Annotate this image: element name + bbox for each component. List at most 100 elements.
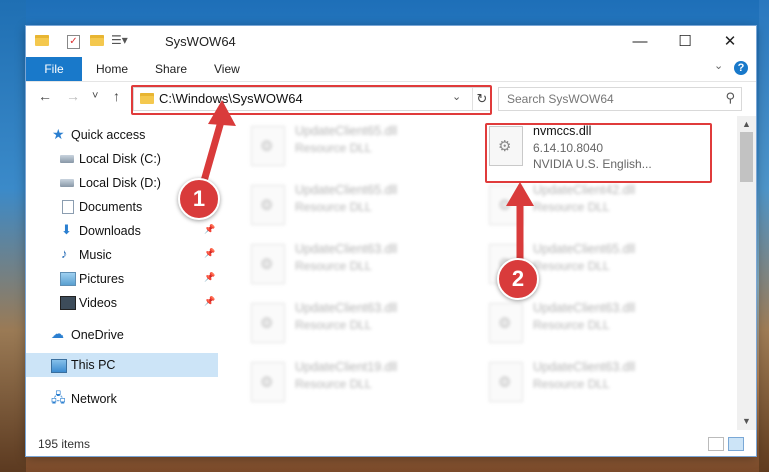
file-name: UpdateClient19.dll	[295, 360, 398, 374]
sidebar-item-label: Pictures	[79, 272, 125, 286]
scrollbar-thumb[interactable]	[740, 132, 753, 182]
file-type: Resource DLL	[295, 318, 372, 332]
drive-icon	[60, 155, 74, 163]
desktop-background-right	[759, 0, 769, 472]
documents-icon	[62, 200, 74, 214]
file-explorer-window: ✓ ☰▾ SysWOW64 — ☐ ✕ File Home Share View…	[26, 26, 756, 456]
sidebar-item-music[interactable]: ♪ Music 📌	[26, 244, 218, 266]
scroll-down-icon[interactable]: ▼	[742, 416, 751, 426]
status-bar: 195 items	[26, 430, 756, 456]
address-highlight-box	[131, 85, 492, 115]
details-view-icon[interactable]	[708, 437, 724, 451]
help-icon[interactable]: ?	[734, 61, 748, 75]
dll-file-icon	[251, 185, 285, 225]
file-type: Resource DLL	[295, 259, 372, 273]
expand-ribbon-icon[interactable]: ⌄	[714, 59, 723, 72]
sidebar-item-downloads[interactable]: ⬇ Downloads 📌	[26, 220, 218, 242]
pin-icon[interactable]: 📌	[204, 272, 215, 283]
file-type: Resource DLL	[533, 377, 610, 391]
file-type: Resource DLL	[295, 200, 372, 214]
close-button[interactable]: ✕	[707, 26, 753, 57]
dll-file-icon	[251, 126, 285, 166]
sidebar-item-this-pc[interactable]: This PC	[26, 353, 218, 377]
sidebar-item-label: Quick access	[71, 128, 146, 142]
dll-file-icon	[251, 303, 285, 343]
callout-badge-2: 2	[497, 258, 539, 300]
dll-file-icon	[489, 185, 523, 225]
file-type: Resource DLL	[533, 259, 610, 273]
search-input[interactable]: Search SysWOW64	[507, 92, 614, 106]
file-item[interactable]: UpdateClient63.dll Resource DLL	[251, 240, 476, 284]
tab-view[interactable]: View	[214, 57, 240, 81]
file-name: UpdateClient65.dll	[295, 183, 398, 197]
file-item[interactable]: UpdateClient63.dll Resource DLL	[251, 299, 476, 343]
tab-share[interactable]: Share	[155, 57, 187, 81]
tab-home[interactable]: Home	[96, 57, 128, 81]
forward-button[interactable]: →	[66, 88, 80, 104]
drive-icon	[60, 179, 74, 187]
dll-file-icon	[251, 362, 285, 402]
computer-icon	[51, 359, 67, 373]
sidebar-item-label: Music	[79, 248, 112, 262]
large-icons-view-icon[interactable]	[728, 437, 744, 451]
search-box[interactable]: Search SysWOW64 ⚲	[498, 87, 742, 111]
sidebar-item-label: Downloads	[79, 224, 141, 238]
sidebar-item-label: Local Disk (D:)	[79, 176, 161, 190]
file-type: Resource DLL	[295, 141, 372, 155]
window-title: SysWOW64	[165, 34, 236, 49]
sidebar-item-quick-access[interactable]: ★ Quick access	[26, 124, 218, 146]
file-item[interactable]: UpdateClient65.dll Resource DLL	[251, 181, 476, 225]
callout-badge-1: 1	[178, 178, 220, 220]
sidebar-item-local-disk-c[interactable]: Local Disk (C:)	[26, 148, 218, 170]
file-type: Resource DLL	[295, 377, 372, 391]
file-item[interactable]: UpdateClient42.dll Resource DLL	[489, 181, 714, 225]
maximize-button[interactable]: ☐	[662, 26, 708, 57]
file-item[interactable]: UpdateClient19.dll Resource DLL	[251, 358, 476, 402]
customize-toolbar-icon[interactable]: ☰▾	[111, 33, 128, 47]
sidebar-item-videos[interactable]: Videos 📌	[26, 292, 218, 314]
file-item[interactable]: UpdateClient63.dll Resource DLL	[489, 299, 714, 343]
sidebar-item-pictures[interactable]: Pictures 📌	[26, 268, 218, 290]
up-button[interactable]: ↑	[113, 88, 120, 104]
music-icon: ♪	[61, 246, 68, 261]
file-name: UpdateClient63.dll	[295, 242, 398, 256]
file-name: UpdateClient65.dll	[295, 124, 398, 138]
sidebar-item-label: Local Disk (C:)	[79, 152, 161, 166]
title-bar: ✓ ☰▾ SysWOW64 — ☐ ✕	[26, 26, 756, 57]
star-icon: ★	[52, 126, 65, 142]
sidebar-item-network[interactable]: 🖧 Network	[26, 388, 218, 410]
file-name: UpdateClient63.dll	[533, 301, 636, 315]
tab-file[interactable]: File	[26, 57, 82, 81]
file-name: UpdateClient65.dll	[533, 242, 636, 256]
sidebar-item-label: This PC	[71, 358, 116, 372]
download-icon: ⬇	[61, 222, 72, 237]
scroll-up-icon[interactable]: ▲	[742, 119, 751, 129]
sidebar-item-label: Videos	[79, 296, 117, 310]
dll-file-icon	[251, 244, 285, 284]
file-item[interactable]: UpdateClient63.dll Resource DLL	[489, 358, 714, 402]
file-highlight-box	[485, 123, 712, 183]
cloud-icon: ☁	[51, 326, 64, 341]
desktop-background	[0, 0, 26, 472]
file-item[interactable]: UpdateClient65.dll Resource DLL	[251, 122, 476, 166]
pin-icon[interactable]: 📌	[204, 248, 215, 259]
pin-icon[interactable]: 📌	[204, 296, 215, 307]
ribbon: File Home Share View ⌄ ?	[26, 57, 756, 82]
vertical-scrollbar[interactable]: ▲ ▼	[737, 116, 756, 430]
minimize-button[interactable]: —	[617, 26, 663, 57]
pin-icon[interactable]: 📌	[204, 224, 215, 235]
file-type: Resource DLL	[533, 318, 610, 332]
sidebar-item-onedrive[interactable]: ☁ OneDrive	[26, 324, 218, 346]
item-count: 195 items	[38, 437, 91, 451]
recent-locations-button[interactable]: ˅	[92, 90, 98, 102]
folder-icon	[35, 35, 49, 46]
navigation-pane: ★ Quick access Local Disk (C:) Local Dis…	[26, 116, 222, 430]
sidebar-item-label: Documents	[79, 200, 143, 214]
search-icon[interactable]: ⚲	[725, 90, 735, 106]
dll-file-icon	[489, 303, 523, 343]
dll-file-icon	[489, 362, 523, 402]
back-button[interactable]: ←	[38, 88, 52, 104]
file-name: UpdateClient63.dll	[295, 301, 398, 315]
properties-icon[interactable]: ✓	[67, 35, 80, 49]
new-folder-icon[interactable]	[90, 35, 104, 46]
